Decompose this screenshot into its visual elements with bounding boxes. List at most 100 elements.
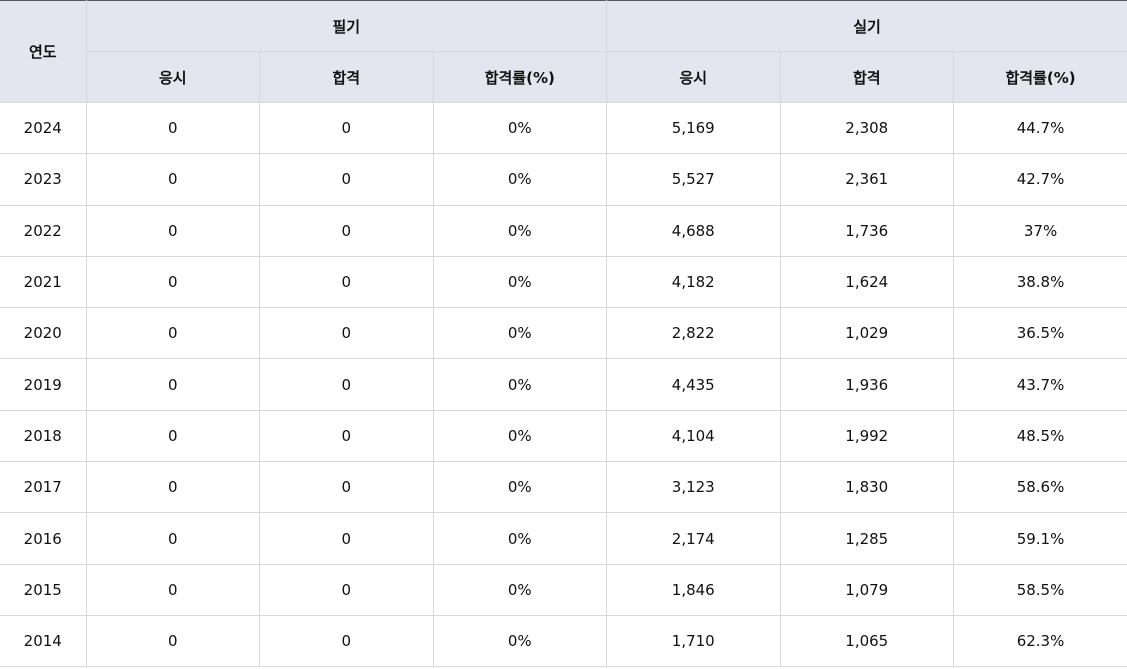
year-cell: 2018	[0, 409, 87, 463]
practical-pass-rate-header: 합격률(%)	[953, 51, 1127, 103]
header-group-row: 연도 필기 실기	[0, 0, 1127, 103]
written-pass-rate-cell: 0%	[432, 461, 608, 514]
practical-pass-rate-cell: 37%	[953, 204, 1127, 257]
written-passed-cell: 0	[259, 204, 434, 257]
year-cell: 2015	[0, 563, 87, 616]
practical-pass-rate-cell: 42.7%	[953, 153, 1127, 206]
year-cell: 2024	[0, 101, 87, 155]
practical-applicants-cell: 1,846	[606, 563, 781, 616]
year-cell: 2022	[0, 204, 87, 257]
written-applicants-cell: 0	[85, 204, 260, 257]
written-pass-rate-cell: 0%	[432, 563, 608, 616]
practical-applicants-cell: 4,688	[606, 204, 781, 257]
practical-pass-rate-cell: 43.7%	[953, 358, 1127, 411]
written-applicants-cell: 0	[85, 153, 260, 206]
table-row: 2024 0 0 0% 5,169 2,308 44.7%	[0, 101, 1127, 155]
written-applicants-cell: 0	[85, 101, 260, 155]
written-applicants-cell: 0	[85, 614, 260, 668]
practical-passed-cell: 1,079	[779, 563, 955, 616]
practical-pass-rate-cell: 59.1%	[953, 512, 1127, 565]
practical-pass-rate-cell: 58.5%	[953, 563, 1127, 616]
table-row: 2022 0 0 0% 4,688 1,736 37%	[0, 204, 1127, 257]
exam-statistics-table: 연도 필기 실기 응시 합격 합격률(%) 응시 합격 합격률(%) 2024 0…	[0, 0, 1127, 668]
practical-pass-rate-cell: 44.7%	[953, 101, 1127, 155]
written-passed-cell: 0	[259, 358, 434, 411]
year-cell: 2016	[0, 512, 87, 565]
written-passed-cell: 0	[259, 512, 434, 565]
written-applicants-cell: 0	[85, 255, 260, 309]
year-cell: 2017	[0, 461, 87, 514]
practical-passed-cell: 1,029	[779, 307, 955, 360]
year-cell: 2019	[0, 358, 87, 411]
year-cell: 2014	[0, 614, 87, 668]
written-passed-header: 합격	[259, 51, 434, 103]
written-pass-rate-cell: 0%	[432, 307, 608, 360]
practical-applicants-cell: 2,174	[606, 512, 781, 565]
written-pass-rate-cell: 0%	[432, 204, 608, 257]
written-group-header: 필기	[85, 0, 608, 52]
practical-passed-cell: 1,285	[779, 512, 955, 565]
written-passed-cell: 0	[259, 307, 434, 360]
practical-passed-cell: 1,992	[779, 409, 955, 463]
written-pass-rate-cell: 0%	[432, 153, 608, 206]
header-column-row: 응시 합격 합격률(%) 응시 합격 합격률(%)	[0, 51, 1127, 103]
written-pass-rate-cell: 0%	[432, 409, 608, 463]
practical-passed-cell: 1,936	[779, 358, 955, 411]
written-passed-cell: 0	[259, 614, 434, 668]
table-body: 2024 0 0 0% 5,169 2,308 44.7% 2023 0 0 0% 5,527 2,36…	[0, 101, 1127, 668]
practical-applicants-cell: 3,123	[606, 461, 781, 514]
practical-pass-rate-cell: 36.5%	[953, 307, 1127, 360]
table-row: 2017 0 0 0% 3,123 1,830 58.6%	[0, 461, 1127, 514]
practical-applicants-cell: 5,169	[606, 101, 781, 155]
written-passed-cell: 0	[259, 255, 434, 309]
year-cell: 2021	[0, 255, 87, 309]
written-passed-cell: 0	[259, 563, 434, 616]
table-row: 2020 0 0 0% 2,822 1,029 36.5%	[0, 307, 1127, 360]
written-passed-cell: 0	[259, 461, 434, 514]
practical-passed-cell: 1,830	[779, 461, 955, 514]
written-pass-rate-cell: 0%	[432, 101, 608, 155]
year-cell: 2023	[0, 153, 87, 206]
written-pass-rate-cell: 0%	[432, 358, 608, 411]
table-row: 2016 0 0 0% 2,174 1,285 59.1%	[0, 512, 1127, 565]
written-pass-rate-header: 합격률(%)	[432, 51, 608, 103]
practical-applicants-cell: 4,435	[606, 358, 781, 411]
year-column-header: 연도	[0, 0, 87, 103]
practical-applicants-header: 응시	[606, 51, 781, 103]
table-row: 2021 0 0 0% 4,182 1,624 38.8%	[0, 255, 1127, 309]
table-row: 2023 0 0 0% 5,527 2,361 42.7%	[0, 153, 1127, 206]
year-cell: 2020	[0, 307, 87, 360]
practical-passed-cell: 1,065	[779, 614, 955, 668]
practical-passed-cell: 1,624	[779, 255, 955, 309]
written-applicants-cell: 0	[85, 563, 260, 616]
practical-pass-rate-cell: 62.3%	[953, 614, 1127, 668]
written-passed-cell: 0	[259, 409, 434, 463]
written-applicants-cell: 0	[85, 307, 260, 360]
practical-applicants-cell: 2,822	[606, 307, 781, 360]
written-applicants-cell: 0	[85, 409, 260, 463]
written-applicants-cell: 0	[85, 512, 260, 565]
practical-passed-cell: 2,308	[779, 101, 955, 155]
practical-applicants-cell: 5,527	[606, 153, 781, 206]
practical-passed-cell: 2,361	[779, 153, 955, 206]
table-row: 2018 0 0 0% 4,104 1,992 48.5%	[0, 409, 1127, 463]
written-applicants-header: 응시	[86, 51, 260, 103]
table-row: 2014 0 0 0% 1,710 1,065 62.3%	[0, 614, 1127, 668]
written-pass-rate-cell: 0%	[432, 512, 608, 565]
practical-applicants-cell: 4,104	[606, 409, 781, 463]
table-header: 연도 필기 실기 응시 합격 합격률(%) 응시 합격 합격률(%)	[0, 0, 1127, 103]
written-pass-rate-cell: 0%	[432, 255, 608, 309]
practical-pass-rate-cell: 38.8%	[953, 255, 1127, 309]
practical-applicants-cell: 4,182	[606, 255, 781, 309]
table-row: 2019 0 0 0% 4,435 1,936 43.7%	[0, 358, 1127, 411]
table-row: 2015 0 0 0% 1,846 1,079 58.5%	[0, 563, 1127, 616]
written-applicants-cell: 0	[85, 358, 260, 411]
practical-pass-rate-cell: 58.6%	[953, 461, 1127, 514]
written-pass-rate-cell: 0%	[432, 614, 608, 668]
practical-passed-header: 합격	[779, 51, 955, 103]
written-passed-cell: 0	[259, 101, 434, 155]
practical-group-header: 실기	[606, 0, 1127, 52]
practical-pass-rate-cell: 48.5%	[953, 409, 1127, 463]
practical-applicants-cell: 1,710	[606, 614, 781, 668]
written-applicants-cell: 0	[85, 461, 260, 514]
